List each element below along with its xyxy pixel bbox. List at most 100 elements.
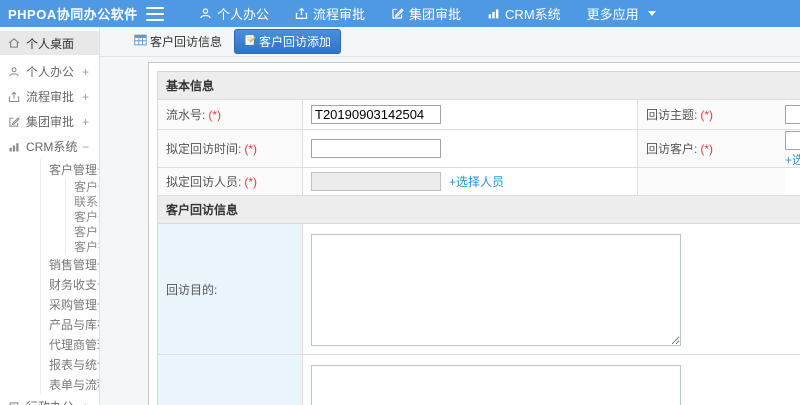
planned-revisit-person-label: 拟定回访人员: (*) xyxy=(158,168,303,196)
nav-label: 集团审批 xyxy=(409,7,462,22)
revisit-result-label: 回访结果描述: xyxy=(158,355,303,405)
nav-process-approval[interactable]: 流程审批 xyxy=(282,0,378,27)
empty-value-cell xyxy=(785,168,800,196)
nav-personal-office[interactable]: 个人办公 xyxy=(186,0,282,27)
chart-icon xyxy=(8,141,20,153)
sidebar-item-label: 客户管理 xyxy=(49,162,98,177)
sidebar-item-label: 表单与流程设置 xyxy=(49,377,99,392)
form-panel: 基本信息 流水号: (*) 回访主题: (*) 拟定回 xyxy=(148,62,800,405)
nav-crm-system[interactable]: CRM系统 xyxy=(474,0,574,27)
required-marker: (*) xyxy=(700,107,714,122)
tab-customer-revisit-info[interactable]: 客户回访信息 xyxy=(128,30,228,53)
crm-submenu: 客户管理 − 客户信息 联系人 客户关怀 客户回访 客户投诉 销售管理 + 财务… xyxy=(40,159,99,394)
tab-bar: 客户回访信息 客户回访添加 xyxy=(100,27,800,57)
expand-icon[interactable]: + xyxy=(82,400,89,405)
sidebar: 个人桌面 个人办公 + 流程审批 + 集团审批 + CRM系统 − 客户管理 客… xyxy=(0,27,100,405)
nav-group-approval[interactable]: 集团审批 xyxy=(378,0,474,27)
revisit-result-textarea[interactable] xyxy=(311,365,681,405)
sidebar-item-label: 客户投诉 xyxy=(74,240,99,254)
field-label: 回访客户: xyxy=(646,142,698,156)
form-add-icon xyxy=(244,34,256,49)
tab-label: 客户回访添加 xyxy=(259,35,332,49)
sidebar-item-sales-management[interactable]: 销售管理 + xyxy=(41,254,99,274)
section-header-revisit-info: 客户回访信息 xyxy=(158,196,800,224)
empty-label-cell xyxy=(638,168,785,196)
tab-label: 客户回访信息 xyxy=(150,35,223,49)
sidebar-item-customer-revisit[interactable]: 客户回访 xyxy=(66,224,99,239)
chart-icon xyxy=(487,7,500,20)
sidebar-item-finance[interactable]: 财务收支 + xyxy=(41,274,99,294)
expand-icon[interactable]: + xyxy=(82,65,89,79)
sidebar-item-contacts[interactable]: 联系人 xyxy=(66,194,99,209)
sidebar-item-label: 集团审批 xyxy=(26,115,75,129)
table-icon xyxy=(134,34,147,49)
required-marker: (*) xyxy=(208,107,222,122)
planned-revisit-time-input[interactable] xyxy=(311,139,441,158)
app-logo: PHPOA协同办公软件 xyxy=(8,7,138,22)
revisit-subject-input[interactable] xyxy=(785,105,800,124)
planned-revisit-person-input[interactable] xyxy=(311,172,441,191)
sidebar-item-customer-info[interactable]: 客户信息 xyxy=(66,179,99,194)
sidebar-item-products-inventory[interactable]: 产品与库存 + xyxy=(41,314,99,334)
sidebar-item-label: 销售管理 xyxy=(49,257,98,272)
revisit-customer-input[interactable] xyxy=(785,131,800,150)
sidebar-item-customer-management[interactable]: 客户管理 − xyxy=(41,159,99,179)
nav-more-apps[interactable]: 更多应用 xyxy=(574,0,669,27)
nav-label: 流程审批 xyxy=(313,7,366,22)
field-label: 回访目的: xyxy=(166,282,218,297)
revisit-subject-cell xyxy=(785,100,800,130)
revisit-form: 基本信息 流水号: (*) 回访主题: (*) 拟定回 xyxy=(157,71,800,405)
sidebar-item-label: 个人办公 xyxy=(26,65,75,79)
revisit-subject-label: 回访主题: (*) xyxy=(638,100,785,130)
sidebar-item-label: CRM系统 xyxy=(26,140,78,154)
section-header-basic-info: 基本信息 xyxy=(158,72,800,100)
required-marker: (*) xyxy=(244,174,258,189)
hamburger-menu-icon[interactable] xyxy=(146,6,164,21)
sidebar-item-group-approval[interactable]: 集团审批 + xyxy=(0,109,99,134)
serial-number-input[interactable] xyxy=(311,105,441,124)
sidebar-item-customer-complaint[interactable]: 客户投诉 xyxy=(66,239,99,254)
sidebar-item-crm-system[interactable]: CRM系统 − xyxy=(0,134,99,159)
main-content: 客户回访信息 客户回访添加 基本信息 流水号: (*) T20190903142… xyxy=(100,27,800,405)
sidebar-item-label: 个人桌面 xyxy=(26,36,75,51)
field-label: 回访主题: xyxy=(646,108,698,122)
field-label: 流水号: xyxy=(166,108,206,122)
process-icon xyxy=(8,91,20,103)
collapse-icon[interactable]: − xyxy=(82,140,89,154)
nav-label: CRM系统 xyxy=(505,7,561,22)
expand-icon[interactable]: + xyxy=(82,90,89,104)
planned-revisit-time-cell xyxy=(303,130,638,168)
user-icon xyxy=(199,7,212,20)
nav-label: 个人办公 xyxy=(217,7,270,22)
building-icon xyxy=(8,401,20,405)
required-marker: (*) xyxy=(700,141,714,156)
sidebar-item-form-process-settings[interactable]: 表单与流程设置 + xyxy=(41,374,99,394)
field-label: 拟定回访时间: xyxy=(166,142,242,156)
serial-number-label: 流水号: (*) xyxy=(158,100,303,130)
required-marker: (*) xyxy=(244,141,258,156)
expand-icon[interactable]: + xyxy=(82,115,89,129)
approval-icon xyxy=(8,116,20,128)
sidebar-item-personal-office[interactable]: 个人办公 + xyxy=(0,59,99,84)
nav-label: 更多应用 xyxy=(586,7,639,22)
sidebar-item-agent-management[interactable]: 代理商管理 + xyxy=(41,334,99,354)
planned-revisit-person-cell: +选择人员 xyxy=(303,168,638,196)
sidebar-item-process-approval[interactable]: 流程审批 + xyxy=(0,84,99,109)
serial-number-cell xyxy=(303,100,638,130)
revisit-customer-cell: +选择企业 xyxy=(785,130,800,168)
user-icon xyxy=(8,66,20,78)
select-person-link[interactable]: +选择人员 xyxy=(449,173,504,190)
top-nav: 个人办公 流程审批 集团审批 CRM系统 更多应用 xyxy=(186,0,669,27)
sidebar-item-label: 代理商管理 xyxy=(49,337,99,352)
sidebar-item-administrative-office[interactable]: 行政办公 + xyxy=(0,394,99,405)
sidebar-item-personal-desktop[interactable]: 个人桌面 xyxy=(0,31,99,55)
process-icon xyxy=(295,7,308,20)
sidebar-item-reports-statistics[interactable]: 报表与统计 xyxy=(41,354,99,374)
sidebar-item-label: 财务收支 xyxy=(49,277,98,292)
select-company-link[interactable]: +选择企业 xyxy=(785,151,800,167)
tab-customer-revisit-add[interactable]: 客户回访添加 xyxy=(234,29,342,54)
sidebar-item-customer-care[interactable]: 客户关怀 xyxy=(66,209,99,224)
revisit-customer-label: 回访客户: (*) xyxy=(638,130,785,168)
sidebar-item-purchasing[interactable]: 采购管理 + xyxy=(41,294,99,314)
revisit-purpose-textarea[interactable] xyxy=(311,234,681,346)
